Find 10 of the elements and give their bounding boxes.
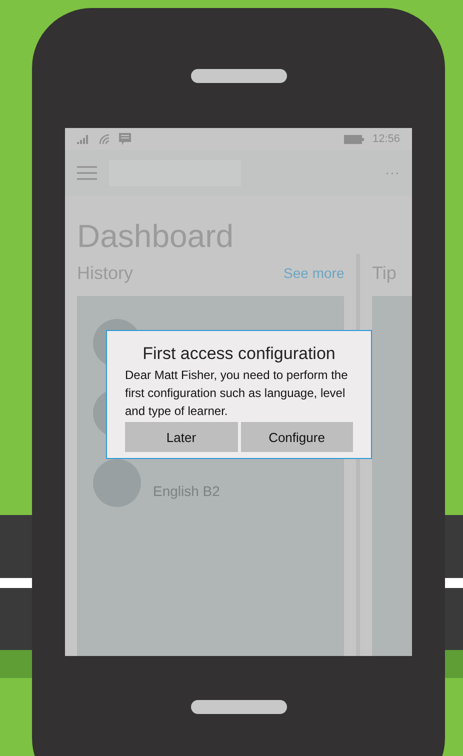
- clock-time: 12:56: [372, 132, 400, 147]
- message-icon: [119, 133, 131, 145]
- wifi-icon: [99, 134, 111, 144]
- signal-icon: [77, 134, 91, 144]
- dialog-message: Dear Matt Fisher, you need to perform the first configuration such as language, level and type of learner.: [125, 367, 349, 420]
- dialog-button[interactable]: Configure: [240, 422, 353, 452]
- battery-icon: [344, 134, 364, 144]
- dialog-title: First access configuration: [142, 343, 336, 364]
- dialog-button[interactable]: Later: [125, 422, 238, 452]
- menu-icon[interactable]: [77, 166, 97, 180]
